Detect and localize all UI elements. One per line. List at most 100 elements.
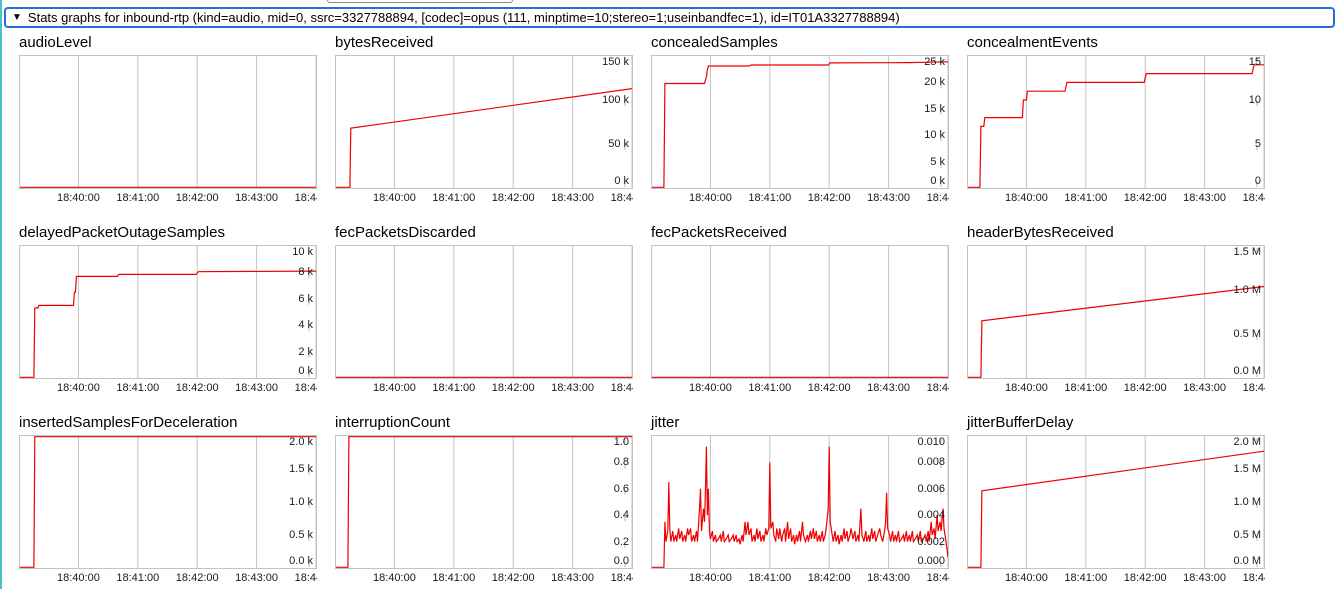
chart-plot: 15 10 5 0 — [967, 55, 1265, 189]
y-axis-label: 0.0 — [613, 555, 629, 567]
x-axis-label: 18:41:00 — [116, 192, 160, 204]
chart-title: headerBytesReceived — [967, 224, 1114, 241]
x-axis-label: 18:41:00 — [748, 572, 792, 584]
y-axis-label: 0.004 — [917, 509, 945, 522]
x-axis-labels: 18:40:00 18:41:00 18:42:00 18:43:00 18:44:00 — [335, 191, 633, 206]
x-axis-label: 18:42:00 — [807, 192, 851, 204]
y-axis-label: 0.5 M — [1233, 529, 1261, 541]
chart-title: fecPacketsDiscarded — [335, 224, 476, 241]
y-axis-label: 1.5 M — [1233, 463, 1261, 475]
x-axis-label: 18:40:00 — [1004, 572, 1048, 584]
chart-canvas — [336, 436, 632, 568]
chart-canvas — [652, 246, 948, 378]
y-axis-label: 0.5 M — [1233, 328, 1261, 340]
stats-graphs-header[interactable]: ▼ Stats graphs for inbound-rtp (kind=aud… — [4, 7, 1335, 28]
chart-plot: 150 k 100 k 50 k 0 k — [335, 55, 633, 189]
y-axis-label: 2.0 M — [1233, 436, 1261, 448]
y-axis-label: 0.0 M — [1233, 365, 1261, 377]
chart-title: interruptionCount — [335, 414, 451, 431]
chart-plot: 0.010 0.008 0.006 0.004 0.002 0.000 — [651, 435, 949, 569]
chart-plot: 1.0 0.8 0.6 0.4 0.2 0.0 — [335, 435, 633, 569]
x-axis-label: 18:44:00 — [294, 192, 317, 204]
x-axis-labels: 18:40:00 18:41:00 18:42:00 18:43:00 18:44:00 — [651, 191, 949, 206]
x-axis-label: 18:41:00 — [432, 572, 476, 584]
chart-canvas — [968, 246, 1264, 378]
x-axis-label: 18:40:00 — [372, 192, 416, 204]
x-axis-label: 18:42:00 — [491, 572, 535, 584]
x-axis-label: 18:43:00 — [235, 192, 279, 204]
x-axis-label: 18:40:00 — [688, 382, 732, 394]
x-axis-labels: 18:40:00 18:41:00 18:42:00 18:43:00 18:44:00 — [19, 381, 317, 396]
y-axis-label: 10 k — [292, 246, 313, 258]
x-axis-label: 18:43:00 — [235, 572, 279, 584]
x-axis-label: 18:40:00 — [688, 572, 732, 584]
y-axis-label: 8 k — [298, 266, 313, 279]
chart-title: insertedSamplesForDeceleration — [19, 414, 238, 431]
y-axis-label: 5 — [1254, 138, 1261, 150]
x-axis-label: 18:44:00 — [610, 192, 633, 204]
x-axis-labels: 18:40:00 18:41:00 18:42:00 18:43:00 18:44:00 — [19, 571, 317, 586]
y-axis-label: 15 k — [924, 102, 945, 115]
y-axis-label: 20 k — [924, 76, 945, 89]
x-axis-label: 18:43:00 — [551, 572, 595, 584]
chart-canvas — [336, 246, 632, 378]
x-axis-label: 18:44:00 — [926, 572, 949, 584]
x-axis-label: 18:44:00 — [610, 572, 633, 584]
chart-plot: 2.0 M 1.5 M 1.0 M 0.5 M 0.0 M — [967, 435, 1265, 569]
x-axis-label: 18:41:00 — [432, 192, 476, 204]
y-axis-label: 5 k — [930, 155, 945, 168]
y-axis-label: 10 — [1248, 94, 1261, 106]
x-axis-label: 18:44:00 — [926, 192, 949, 204]
x-axis-label: 18:43:00 — [867, 572, 911, 584]
x-axis-label: 18:43:00 — [867, 192, 911, 204]
y-axis-label: 2.0 k — [289, 436, 313, 448]
chart-container: headerBytesReceived 1.5 M 1.0 M 0.5 M 0.0 M… — [967, 223, 1265, 396]
x-axis-label: 18:43:00 — [1183, 572, 1227, 584]
y-axis-label: 10 k — [924, 129, 945, 142]
collapse-triangle-icon: ▼ — [12, 11, 22, 23]
x-axis-label: 18:43:00 — [551, 382, 595, 394]
x-axis-label: 18:41:00 — [116, 382, 160, 394]
chart-container: fecPacketsDiscarded 18:40:00 18:41:00 18:4… — [335, 223, 633, 396]
y-axis-label: 1.0 — [613, 436, 629, 448]
y-axis-label: 0.6 — [613, 482, 629, 495]
y-axis-label: 2 k — [298, 345, 313, 358]
chart-canvas — [968, 56, 1264, 188]
x-axis-label: 18:42:00 — [175, 192, 219, 204]
chart-container: interruptionCount 1.0 0.8 0.6 0.4 0.2 0.0 18:… — [335, 413, 633, 586]
x-axis-label: 18:42:00 — [491, 192, 535, 204]
x-axis-labels: 18:40:00 18:41:00 18:42:00 18:43:00 18:44:00 — [335, 571, 633, 586]
chart-title: audioLevel — [19, 34, 92, 51]
y-axis-label: 50 k — [608, 138, 629, 150]
cropped-dropdown-fragment — [327, 0, 513, 3]
x-axis-label: 18:43:00 — [551, 192, 595, 204]
chart-title: concealedSamples — [651, 34, 778, 51]
chart-title: delayedPacketOutageSamples — [19, 224, 225, 241]
x-axis-label: 18:40:00 — [372, 382, 416, 394]
y-axis-label: 6 k — [298, 292, 313, 305]
x-axis-label: 18:41:00 — [1064, 192, 1108, 204]
y-axis-label: 0.008 — [917, 456, 945, 469]
chart-canvas — [20, 56, 316, 188]
chart-title: jitterBufferDelay — [967, 414, 1074, 431]
chart-container: fecPacketsReceived 18:40:00 18:41:00 18:42… — [651, 223, 949, 396]
x-axis-label: 18:44:00 — [1242, 192, 1265, 204]
y-axis-label: 0.010 — [917, 436, 945, 448]
chart-container: concealmentEvents 15 10 5 0 18:40:00 18:41:0… — [967, 33, 1265, 206]
x-axis-labels: 18:40:00 18:41:00 18:42:00 18:43:00 18:44:00 — [651, 571, 949, 586]
charts-grid: audioLevel 18:40:00 18:41:00 18:42:00 18:43… — [19, 33, 1265, 586]
chart-title: jitter — [651, 414, 680, 431]
y-axis-label: 1.0 k — [289, 496, 313, 508]
y-axis-label: 1.5 k — [289, 463, 313, 475]
chart-container: jitterBufferDelay 2.0 M 1.5 M 1.0 M 0.5 M 0.… — [967, 413, 1265, 586]
chart-container: jitter 0.010 0.008 0.006 0.004 0.002 0.000 18… — [651, 413, 949, 586]
y-axis-label: 100 k — [602, 94, 629, 106]
x-axis-label: 18:41:00 — [116, 572, 160, 584]
y-axis-label: 4 k — [298, 319, 313, 332]
chart-container: insertedSamplesForDeceleration 2.0 k 1.5 … — [19, 413, 317, 586]
x-axis-label: 18:44:00 — [294, 382, 317, 394]
chart-container: audioLevel 18:40:00 18:41:00 18:42:00 18:43… — [19, 33, 317, 206]
y-axis-label: 0 k — [298, 365, 313, 377]
chart-plot: 10 k 8 k 6 k 4 k 2 k 0 k — [19, 245, 317, 379]
stats-graphs-title: Stats graphs for inbound-rtp (kind=audio… — [27, 10, 900, 25]
